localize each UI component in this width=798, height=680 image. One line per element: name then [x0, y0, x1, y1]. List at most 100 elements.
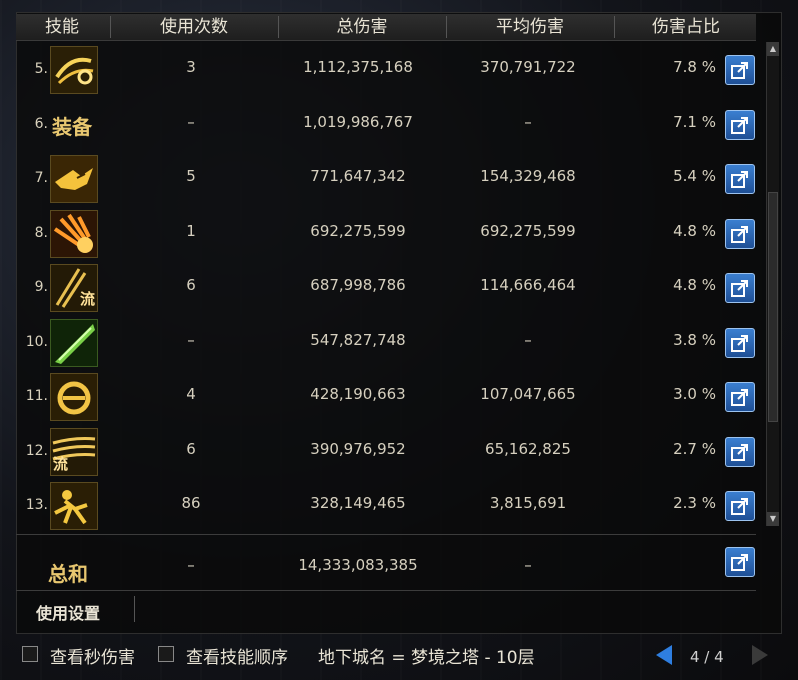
header-divider [110, 16, 111, 38]
share-icon [731, 554, 748, 571]
table-row: 13. 86 328,149,465 3,815,691 2.3 % [16, 478, 756, 532]
total-damage-value: 687,998,786 [310, 276, 406, 294]
avg-damage-value: – [524, 113, 532, 131]
green-blade-skill-icon [50, 319, 98, 367]
damage-share-value: 5.4 % [673, 167, 716, 185]
total-label: 总和 [48, 562, 88, 586]
table-row: 6. 装备 – 1,019,986,767 – 7.1 % [16, 97, 756, 151]
share-button[interactable] [725, 164, 755, 194]
scroll-down-arrow-icon[interactable]: ▼ [767, 512, 779, 526]
share-button[interactable] [725, 55, 755, 85]
spiral-slash-skill-icon [50, 46, 98, 94]
total-damage-sum: 14,333,083,385 [298, 556, 418, 574]
table-scrollbar[interactable]: ▲ ▼ [766, 42, 779, 526]
share-icon [731, 335, 748, 352]
skill-order-label[interactable]: 查看技能顺序 [186, 643, 288, 668]
settings-divider [16, 590, 756, 591]
uses-value: 86 [181, 494, 201, 512]
total-damage-value: 547,827,748 [310, 331, 406, 349]
avg-damage-value: 370,791,722 [480, 58, 576, 76]
total-damage-value: 428,190,663 [310, 385, 406, 403]
flow-wave-skill-icon: 流 [50, 428, 98, 476]
dash-strike-skill-icon [50, 482, 98, 530]
row-rank: 5. [34, 61, 48, 77]
share-total-button[interactable] [725, 547, 755, 577]
scroll-up-arrow-icon[interactable]: ▲ [767, 42, 779, 56]
total-uses-value: – [187, 556, 195, 574]
scrollbar-thumb[interactable] [768, 192, 778, 422]
table-row: 5. 3 1,112,375,168 370,791,722 7.8 % [16, 42, 756, 96]
damage-share-value: 4.8 % [673, 276, 716, 294]
skill-order-checkbox[interactable] [158, 646, 174, 662]
header-divider [446, 16, 447, 38]
damage-share-value: 4.8 % [673, 222, 716, 240]
uses-value: – [187, 113, 195, 131]
share-button[interactable] [725, 110, 755, 140]
share-button[interactable] [725, 219, 755, 249]
total-damage-value: 771,647,342 [310, 167, 406, 185]
share-icon [731, 498, 748, 515]
next-page-arrow-icon[interactable] [752, 645, 768, 665]
header-skill: 技能 [45, 17, 79, 37]
avg-damage-value: 154,329,468 [480, 167, 576, 185]
header-divider [278, 16, 279, 38]
uses-value: 4 [186, 385, 196, 403]
uses-value: 3 [186, 58, 196, 76]
per-second-damage-checkbox[interactable] [22, 646, 38, 662]
table-row: 7. 5 771,647,342 154,329,468 5.4 % [16, 151, 756, 205]
flow-glyph: 流 [79, 290, 95, 308]
share-icon [731, 280, 748, 297]
uses-value: 6 [186, 276, 196, 294]
page-indicator: 4 / 4 [690, 648, 724, 666]
e-ring-skill-icon [50, 373, 98, 421]
damage-share-value: 3.0 % [673, 385, 716, 403]
header-pct: 伤害占比 [652, 17, 720, 37]
usage-settings-button[interactable]: 使用设置 [36, 600, 100, 624]
total-damage-value: 692,275,599 [310, 222, 406, 240]
share-icon [731, 171, 748, 188]
flow-glyph: 流 [53, 455, 69, 473]
settings-separator [134, 596, 135, 622]
share-icon [731, 389, 748, 406]
share-icon [731, 62, 748, 79]
row-rank: 12. [25, 443, 48, 459]
table-row: 9. 流 6 687,998,786 114,666,464 4.8 % [16, 260, 756, 314]
total-damage-value: 328,149,465 [310, 494, 406, 512]
beast-claw-skill-icon [50, 155, 98, 203]
share-icon [731, 226, 748, 243]
uses-value: 6 [186, 440, 196, 458]
avg-damage-value: 692,275,599 [480, 222, 576, 240]
table-divider [16, 534, 756, 535]
row-rank: 6. [34, 116, 48, 132]
flame-burst-skill-icon [50, 210, 98, 258]
uses-value: 5 [186, 167, 196, 185]
header-total: 总伤害 [336, 17, 388, 37]
share-icon [731, 117, 748, 134]
equipment-label: 装备 [52, 115, 92, 139]
header-uses: 使用次数 [160, 17, 228, 37]
damage-share-value: 7.8 % [673, 58, 716, 76]
share-button[interactable] [725, 328, 755, 358]
row-rank: 9. [34, 279, 48, 295]
header-divider [614, 16, 615, 38]
share-button[interactable] [725, 382, 755, 412]
damage-share-value: 2.7 % [673, 440, 716, 458]
row-rank: 10. [25, 334, 48, 350]
share-button[interactable] [725, 491, 755, 521]
damage-share-value: 7.1 % [673, 113, 716, 131]
total-damage-value: 1,019,986,767 [303, 113, 413, 131]
damage-share-value: 3.8 % [673, 331, 716, 349]
avg-damage-value: 114,666,464 [480, 276, 576, 294]
share-button[interactable] [725, 273, 755, 303]
uses-value: 1 [186, 222, 196, 240]
per-second-damage-label[interactable]: 查看秒伤害 [50, 643, 135, 668]
share-button[interactable] [725, 437, 755, 467]
table-row: 12. 流 6 390,976,952 65,162,825 2.7 % [16, 424, 756, 478]
total-damage-value: 1,112,375,168 [303, 58, 413, 76]
table-row: 8. 1 692,275,599 692,275,599 4.8 % [16, 206, 756, 260]
share-icon [731, 444, 748, 461]
row-rank: 13. [25, 497, 48, 513]
prev-page-arrow-icon[interactable] [656, 645, 672, 665]
table-row: 11. 4 428,190,663 107,047,665 3.0 % [16, 369, 756, 423]
avg-damage-value: – [524, 331, 532, 349]
